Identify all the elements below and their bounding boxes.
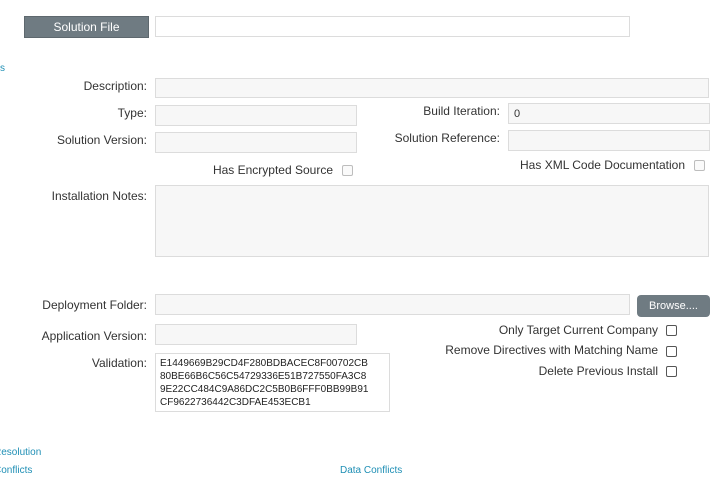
has-encrypted-source-checkbox[interactable] bbox=[342, 165, 353, 176]
remove-directives-checkbox[interactable] bbox=[666, 346, 677, 357]
deployment-folder-input[interactable] bbox=[155, 294, 630, 315]
solution-file-button[interactable]: Solution File bbox=[24, 16, 149, 38]
only-target-current-company-label: Only Target Current Company bbox=[498, 323, 658, 337]
type-input[interactable] bbox=[155, 105, 357, 126]
solution-file-input[interactable] bbox=[155, 16, 630, 37]
deployment-folder-label: Deployment Folder: bbox=[42, 298, 147, 312]
has-encrypted-source-label: Has Encrypted Source bbox=[212, 163, 333, 177]
validation-line: 9E22CC484C9A86DC2C5B0B6FFF0BB99B91 bbox=[160, 384, 369, 395]
conflicts-link[interactable]: Conflicts bbox=[0, 465, 32, 476]
description-label: Description: bbox=[83, 79, 147, 93]
only-target-current-company-checkbox[interactable] bbox=[666, 325, 677, 336]
type-label: Type: bbox=[117, 106, 147, 120]
left-edge-link[interactable]: s bbox=[0, 63, 5, 74]
delete-previous-install-checkbox[interactable] bbox=[666, 366, 677, 377]
data-conflicts-link[interactable]: Data Conflicts bbox=[340, 465, 402, 476]
solution-version-input[interactable] bbox=[155, 132, 357, 153]
has-xml-docs-checkbox[interactable] bbox=[694, 160, 705, 171]
validation-line: E1449669B29CD4F280BDBACEC8F00702CB bbox=[160, 358, 368, 369]
build-iteration-input[interactable]: 0 bbox=[508, 103, 710, 124]
remove-directives-label: Remove Directives with Matching Name bbox=[445, 343, 658, 357]
validation-line: CF9622736442C3DFAE453ECB1 bbox=[160, 397, 311, 408]
solution-version-label: Solution Version: bbox=[56, 133, 147, 147]
browse-button[interactable]: Browse.... bbox=[637, 295, 710, 317]
installation-notes-textarea[interactable] bbox=[155, 185, 709, 257]
installation-notes-label: Installation Notes: bbox=[51, 189, 147, 203]
description-input[interactable] bbox=[155, 78, 709, 98]
application-version-input[interactable] bbox=[155, 324, 357, 345]
delete-previous-install-label: Delete Previous Install bbox=[538, 364, 658, 378]
build-iteration-label: Build Iteration: bbox=[423, 104, 500, 118]
resolution-link[interactable]: Resolution bbox=[0, 447, 41, 458]
validation-label: Validation: bbox=[91, 356, 147, 370]
solution-reference-input[interactable] bbox=[508, 130, 710, 151]
validation-line: 80BE66B6C56C54729336E51B727550FA3C8 bbox=[160, 371, 367, 382]
solution-reference-label: Solution Reference: bbox=[394, 131, 500, 145]
validation-box[interactable]: E1449669B29CD4F280BDBACEC8F00702CB 80BE6… bbox=[155, 353, 390, 412]
has-xml-docs-label: Has XML Code Documentation bbox=[520, 158, 685, 172]
application-version-label: Application Version: bbox=[41, 329, 147, 343]
